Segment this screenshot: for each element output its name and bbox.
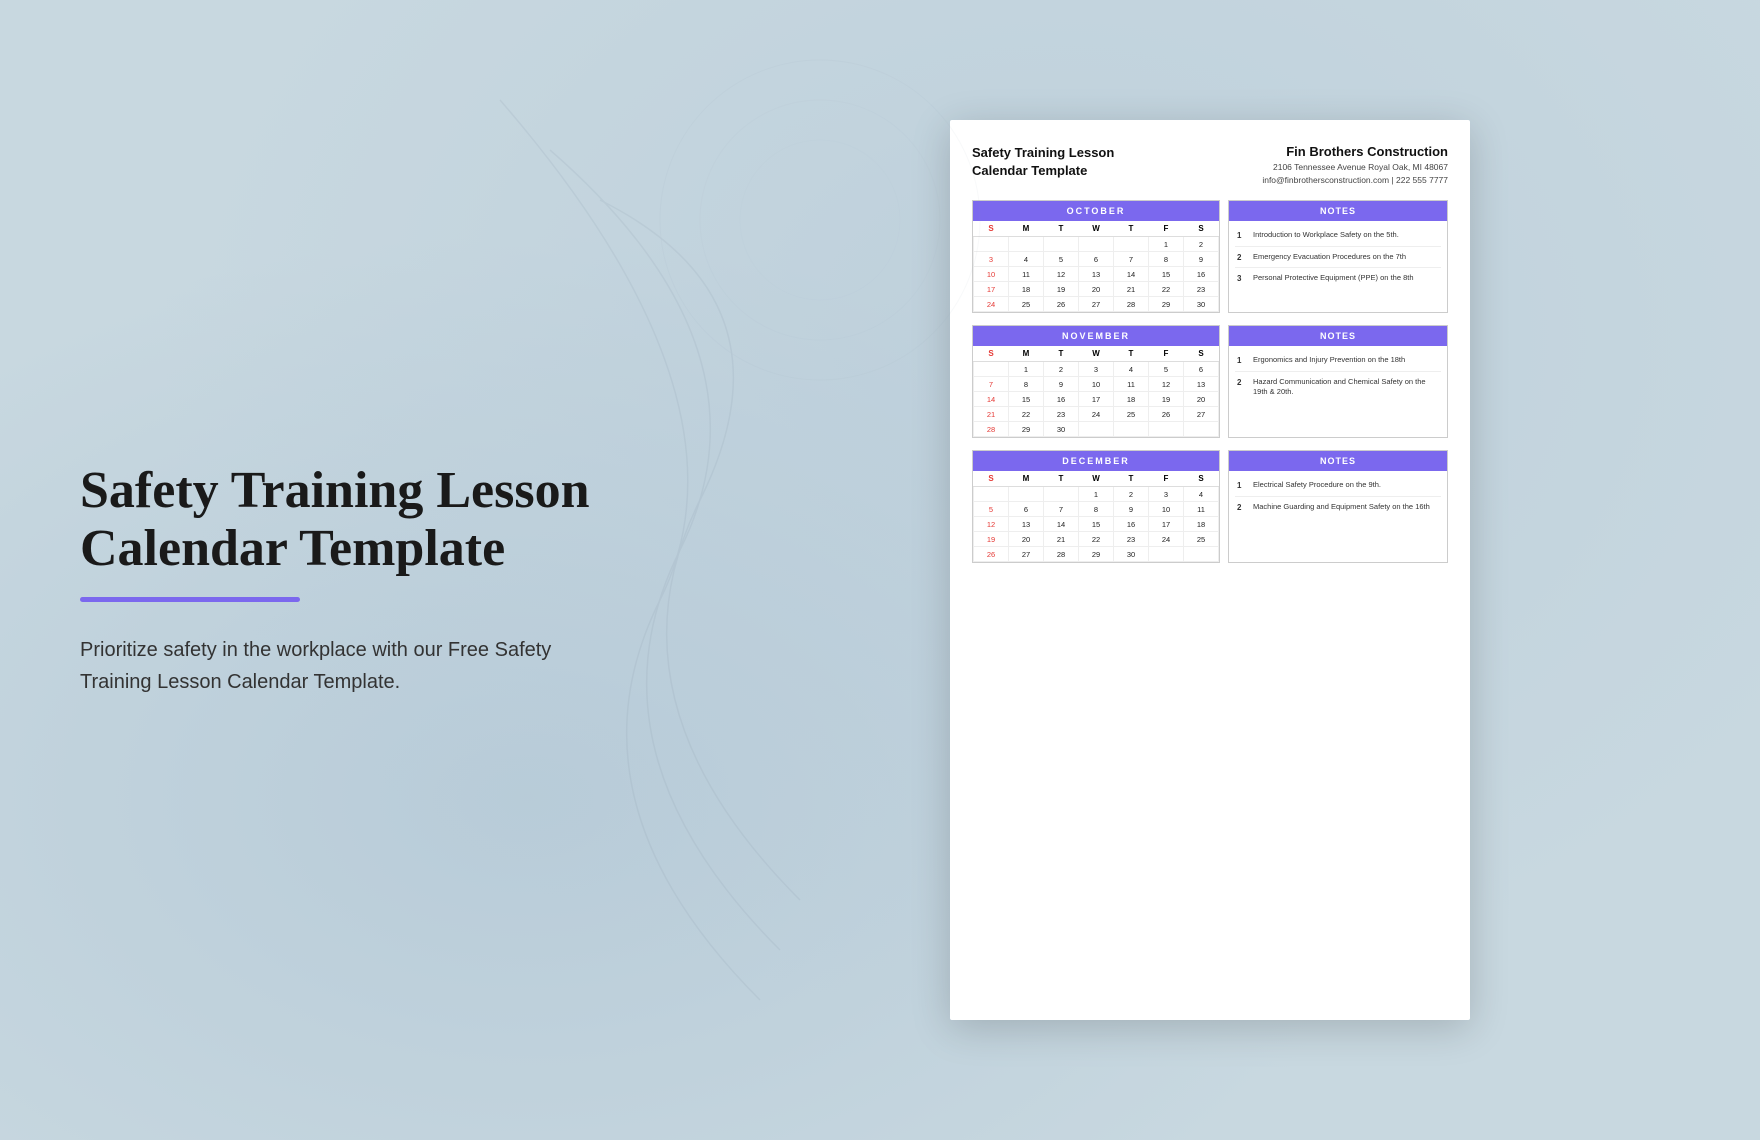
note-row: 3 Personal Protective Equipment (PPE) on…	[1235, 268, 1441, 289]
note-row: 2 Machine Guarding and Equipment Safety …	[1235, 497, 1441, 518]
page-description: Prioritize safety in the workplace with …	[80, 634, 560, 698]
december-calendar: DECEMBER SMTWTFS 1234 567891011 12131415…	[972, 450, 1220, 563]
document-title: Safety Training Lesson Calendar Template	[972, 144, 1114, 180]
note-row: 2 Emergency Evacuation Procedures on the…	[1235, 247, 1441, 269]
november-section: NOVEMBER SMTWTFS 123456 78910111213 1415…	[972, 325, 1448, 438]
october-section: OCTOBER SMTWTFS 12 3456789 1011121314151…	[972, 200, 1448, 313]
november-calendar: NOVEMBER SMTWTFS 123456 78910111213 1415…	[972, 325, 1220, 438]
note-row: 1 Ergonomics and Injury Prevention on th…	[1235, 350, 1441, 372]
document: Safety Training Lesson Calendar Template…	[950, 120, 1470, 1020]
company-address: 2106 Tennessee Avenue Royal Oak, MI 4806…	[1262, 161, 1448, 187]
december-notes: NOTES 1 Electrical Safety Procedure on t…	[1228, 450, 1448, 563]
december-section: DECEMBER SMTWTFS 1234 567891011 12131415…	[972, 450, 1448, 563]
november-notes-body: 1 Ergonomics and Injury Prevention on th…	[1229, 346, 1447, 407]
october-header: OCTOBER	[973, 201, 1219, 221]
october-notes: NOTES 1 Introduction to Workplace Safety…	[1228, 200, 1448, 313]
december-header: DECEMBER	[973, 451, 1219, 471]
note-row: 2 Hazard Communication and Chemical Safe…	[1235, 372, 1441, 403]
document-header: Safety Training Lesson Calendar Template…	[972, 144, 1448, 186]
november-header: NOVEMBER	[973, 326, 1219, 346]
october-calendar: OCTOBER SMTWTFS 12 3456789 1011121314151…	[972, 200, 1220, 313]
right-panel: Safety Training Lesson Calendar Template…	[680, 90, 1760, 1050]
note-row: 1 Introduction to Workplace Safety on th…	[1235, 225, 1441, 247]
november-notes-header: NOTES	[1229, 326, 1447, 346]
page-title: Safety Training Lesson Calendar Template	[80, 462, 620, 576]
company-info: Fin Brothers Construction 2106 Tennessee…	[1262, 144, 1448, 186]
october-notes-header: NOTES	[1229, 201, 1447, 221]
left-panel: Safety Training Lesson Calendar Template…	[0, 382, 680, 757]
note-row: 1 Electrical Safety Procedure on the 9th…	[1235, 475, 1441, 497]
november-notes: NOTES 1 Ergonomics and Injury Prevention…	[1228, 325, 1448, 438]
company-name: Fin Brothers Construction	[1262, 144, 1448, 161]
december-notes-header: NOTES	[1229, 451, 1447, 471]
december-notes-body: 1 Electrical Safety Procedure on the 9th…	[1229, 471, 1447, 521]
october-notes-body: 1 Introduction to Workplace Safety on th…	[1229, 221, 1447, 293]
title-divider	[80, 597, 300, 602]
